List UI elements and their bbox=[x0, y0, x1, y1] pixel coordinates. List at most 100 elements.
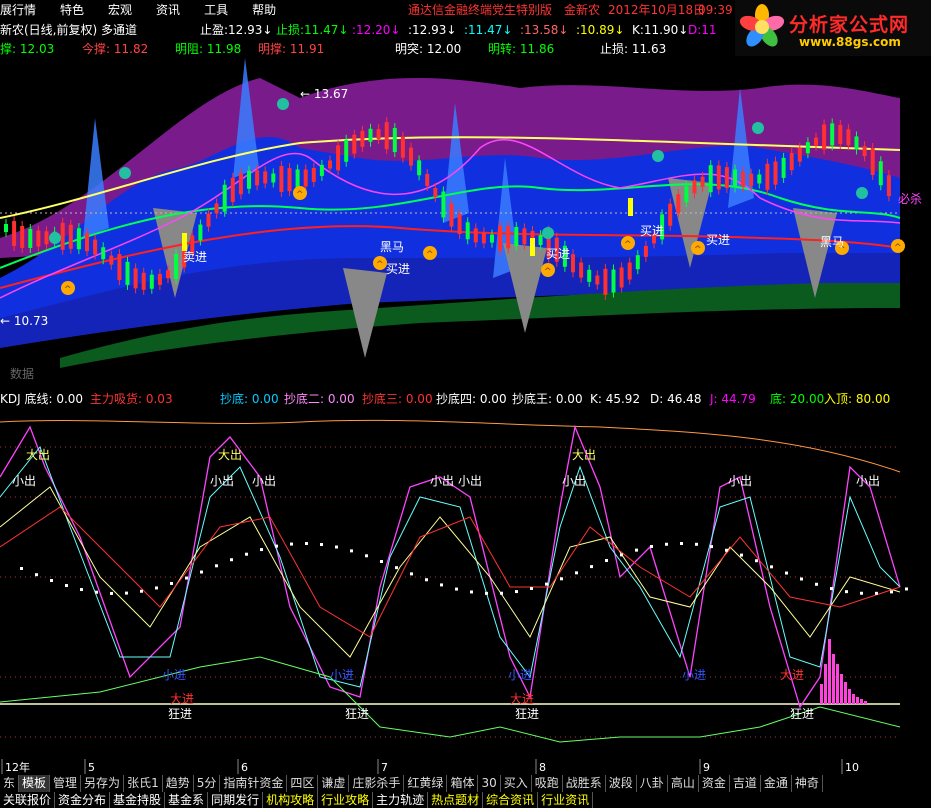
info-tab-1[interactable]: 资金分布 bbox=[55, 792, 111, 808]
kdj-dot bbox=[50, 578, 53, 582]
tab-1[interactable]: 模板 bbox=[19, 775, 51, 792]
main-price-chart[interactable]: ^^^^^^ ^ ^ ^← 13.67← 10.73必杀卖进黑马买进买进买进买进 黑马数… bbox=[0, 58, 931, 388]
signal-label-4: 买进 bbox=[640, 224, 664, 238]
kdj-dot bbox=[395, 566, 398, 570]
tab-5[interactable]: 趋势 bbox=[163, 775, 194, 792]
info-tab-7[interactable]: 主力轨迹 bbox=[373, 792, 429, 808]
sell-signal-icon bbox=[119, 167, 131, 179]
window-title: 通达信金融终端党生特别版 bbox=[408, 3, 553, 17]
info-tab-0[interactable]: 关联报价 bbox=[0, 792, 56, 808]
kdj-dot bbox=[755, 559, 758, 563]
info-tab-8[interactable]: 热点题材 bbox=[428, 792, 484, 808]
tab-12[interactable]: 箱体 bbox=[447, 775, 479, 792]
tab-22[interactable]: 金通 bbox=[761, 775, 792, 792]
kdj-label-big-out-1: 大出 bbox=[218, 448, 242, 462]
red-kdj-line bbox=[0, 506, 901, 638]
kdj-value-0: KDJ 底线: 0.00 bbox=[0, 392, 84, 406]
tab-9[interactable]: 谦虚 bbox=[318, 775, 350, 792]
low-price-label: ← 10.73 bbox=[0, 314, 48, 328]
kdj-dot bbox=[860, 591, 863, 595]
kdj-dot bbox=[380, 560, 383, 564]
sell-signal-icon bbox=[652, 150, 664, 162]
header2-value-1: 今撑: 11.82 bbox=[82, 42, 149, 56]
kdj-dot bbox=[875, 591, 878, 595]
kdj-dot bbox=[275, 544, 278, 548]
tab-8[interactable]: 四区 bbox=[287, 775, 319, 792]
kdj-dot bbox=[470, 590, 473, 594]
tab-19[interactable]: 高山 bbox=[668, 775, 699, 792]
kdj-dot bbox=[905, 587, 908, 591]
kdj-dot bbox=[485, 591, 488, 595]
tab-20[interactable]: 资金 bbox=[699, 775, 730, 792]
tab-23[interactable]: 神奇 bbox=[792, 775, 823, 792]
kdj-label-small-out-7: 小出 bbox=[856, 474, 880, 488]
tab-4[interactable]: 张氏1 bbox=[124, 775, 163, 792]
header-value-8: D:11 bbox=[688, 23, 717, 37]
tab-7[interactable]: 指南针资金 bbox=[220, 775, 288, 792]
info-tab-5[interactable]: 机构攻略 bbox=[263, 792, 319, 808]
tab-15[interactable]: 吸跑 bbox=[532, 775, 563, 792]
tab-0[interactable]: 东 bbox=[0, 775, 20, 792]
tab-10[interactable]: 庄影杀手 bbox=[349, 775, 405, 792]
info-tab-3[interactable]: 基金系 bbox=[165, 792, 209, 808]
kdj-value-1: 主力吸货: 0.03 bbox=[90, 392, 173, 406]
menu-macro[interactable]: 宏观 bbox=[96, 0, 144, 20]
buy-signal-glyph: ^ bbox=[296, 190, 304, 200]
info-tabs: 关联报价 资金分布 基金持股 基金系 同期发行 机构攻略 行业攻略 主力轨迹 热点题材 综合资讯行… bbox=[0, 792, 931, 808]
kdj-label-dan-2: 大进 bbox=[780, 668, 804, 682]
sell-signal-icon bbox=[277, 98, 289, 110]
tab-2[interactable]: 管理 bbox=[50, 775, 82, 792]
info-tab-6[interactable]: 行业攻略 bbox=[318, 792, 374, 808]
header2-value-2: 明阻: 11.98 bbox=[175, 42, 242, 56]
menu-tools[interactable]: 工具 bbox=[192, 0, 240, 20]
menu-help[interactable]: 帮助 bbox=[240, 0, 288, 20]
info-tab-9[interactable]: 综合资讯 bbox=[483, 792, 539, 808]
sell-signal-icon bbox=[752, 122, 764, 134]
kdj-dot bbox=[365, 554, 368, 558]
kdj-value-11: 入顶: 80.00 bbox=[824, 392, 891, 406]
kdj-dot bbox=[695, 542, 698, 546]
kdj-label-buy-0: 狂进 bbox=[168, 707, 192, 721]
signal-label-6: 黑马 bbox=[820, 235, 844, 249]
tab-13[interactable]: 30 bbox=[478, 775, 501, 792]
green-bottom-line bbox=[0, 656, 901, 743]
kdj-dot bbox=[305, 542, 308, 546]
info-tab-2[interactable]: 基金持股 bbox=[110, 792, 166, 808]
info-tab-10[interactable]: 行业资讯 bbox=[538, 792, 594, 808]
tab-6[interactable]: 5分 bbox=[194, 775, 221, 792]
sell-signal-icon bbox=[856, 187, 868, 199]
tab-11[interactable]: 红黄绿 bbox=[404, 775, 448, 792]
menu-special[interactable]: 特色 bbox=[48, 0, 96, 20]
kdj-dot bbox=[320, 543, 323, 547]
tab-18[interactable]: 八卦 bbox=[637, 775, 668, 792]
tab-16[interactable]: 战胜系 bbox=[563, 775, 606, 792]
kdj-dot bbox=[20, 567, 23, 570]
axis-label-4: 8 bbox=[539, 761, 546, 774]
menu-quotes[interactable]: 展行情 bbox=[0, 0, 48, 20]
menu-news[interactable]: 资讯 bbox=[144, 0, 192, 20]
logo-text: 分析家公式网 bbox=[789, 14, 910, 36]
chart-name: 新农(日线,前复权) 多通道 bbox=[0, 23, 137, 37]
kdj-dot bbox=[170, 581, 173, 585]
kdj-dot bbox=[590, 565, 593, 569]
tab-17[interactable]: 波段 bbox=[606, 775, 637, 792]
tab-3[interactable]: 另存为 bbox=[81, 775, 125, 792]
axis-label-6: 10 bbox=[845, 761, 859, 774]
kdj-dot bbox=[455, 587, 458, 591]
info-tab-4[interactable]: 同期发行 bbox=[208, 792, 264, 808]
kdj-dot bbox=[245, 552, 248, 556]
kdj-indicator-chart[interactable]: 大出小出大出小出 小出 小出 小出大出小出 小出 小出狂进 狂进 狂进 狂进小进 小进 小进 小进大进… bbox=[0, 407, 931, 759]
header-value-4: :11.47↓ bbox=[464, 23, 513, 37]
kdj-dot bbox=[515, 590, 518, 594]
high-price-label: ← 13.67 bbox=[300, 87, 348, 101]
kdj-dot bbox=[770, 565, 773, 569]
buy-signal-glyph: ^ bbox=[544, 267, 552, 277]
kdj-dot bbox=[650, 545, 653, 549]
kdj-dot bbox=[410, 572, 413, 576]
kdj-value-9: J: 44.79 bbox=[710, 392, 756, 406]
kdj-dot bbox=[575, 571, 578, 575]
tab-21[interactable]: 吉道 bbox=[730, 775, 761, 792]
kdj-dot bbox=[290, 542, 293, 546]
tab-14[interactable]: 买入 bbox=[501, 775, 532, 792]
volume-bar bbox=[856, 697, 859, 704]
